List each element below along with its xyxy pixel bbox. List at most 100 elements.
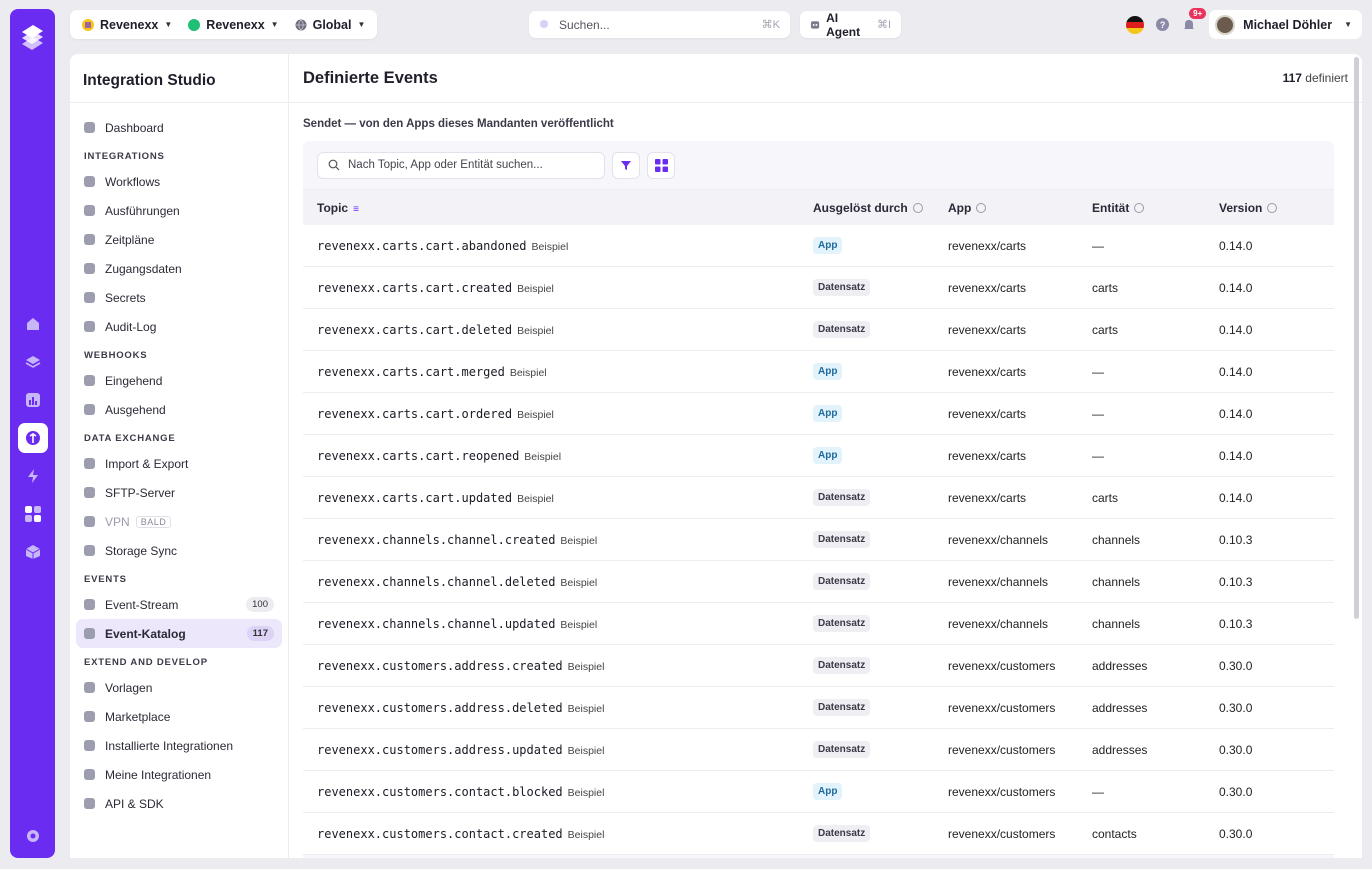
sidebar-item-import-export[interactable]: Import & Export (76, 449, 282, 478)
col-header-topic[interactable]: Topic ≡ (303, 201, 813, 215)
entity-cell: carts (1092, 322, 1119, 337)
sidebar-item-zugangsdaten[interactable]: Zugangsdaten (76, 254, 282, 283)
sidebar-item-vorlagen[interactable]: Vorlagen (76, 673, 282, 702)
version-cell: 0.30.0 (1219, 784, 1253, 799)
scrollbar[interactable] (1354, 57, 1359, 619)
app-cell: revenexx/carts (948, 448, 1027, 463)
ai-agent-shortcut: ⌘I (876, 19, 891, 31)
chevron-down-icon: ▼ (164, 20, 173, 29)
table-row[interactable]: revenexx.carts.cart.deleted Beispiel Daten… (303, 309, 1334, 351)
sidebar-item-sftp-server[interactable]: SFTP-Server (76, 478, 282, 507)
sidebar-item-secrets[interactable]: Secrets (76, 283, 282, 312)
sidebar-section-title: Webhooks (84, 350, 148, 361)
revenexx-logo-icon (82, 18, 94, 31)
topic-cell: revenexx.carts.cart.reopened Beispiel (303, 449, 813, 463)
table-row[interactable]: revenexx.carts.cart.abandoned Beispiel App… (303, 225, 1334, 267)
table-row[interactable]: revenexx.channels.channel.created Beispie… (303, 519, 1334, 561)
home-icon[interactable] (18, 309, 48, 339)
sidebar-item-event-katalog[interactable]: Event-Katalog 117 (76, 619, 282, 648)
version-cell: 0.14.0 (1219, 280, 1253, 295)
content-card: Integration Studio Dashboard Integration… (70, 54, 1362, 858)
trigger-cell: Datensatz (813, 741, 948, 758)
apps-icon[interactable] (18, 499, 48, 529)
table-row[interactable]: revenexx.customers.contact.created Beispi… (303, 813, 1334, 855)
table-row[interactable]: revenexx.customers.address.created Beispi… (303, 645, 1334, 687)
table-row[interactable]: revenexx.carts.cart.ordered Beispiel App re… (303, 393, 1334, 435)
logo-icon[interactable] (19, 23, 46, 50)
table-row[interactable]: revenexx.channels.channel.deleted Beispie… (303, 561, 1334, 603)
col-header-app[interactable]: App (948, 201, 1092, 215)
sidebar-item-meine-integrationen[interactable]: Meine Integrationen (76, 760, 282, 789)
app-cell: revenexx/channels (948, 532, 1049, 547)
cube-icon[interactable] (18, 537, 48, 567)
version-cell: 0.30.0 (1219, 742, 1253, 757)
sidebar-item-ausführungen[interactable]: Ausführungen (76, 196, 282, 225)
table-row[interactable]: revenexx.customers.address.updated Beispi… (303, 729, 1334, 771)
region-selector[interactable]: Global ▼ (289, 10, 372, 39)
view-toggle-button[interactable] (647, 151, 675, 179)
sidebar-item-zeitpläne[interactable]: Zeitpläne (76, 225, 282, 254)
sidebar-item-event-stream[interactable]: Event-Stream 100 (76, 590, 282, 619)
org-selector-1[interactable]: Revenexx ▼ (76, 10, 178, 39)
table-toolbar: Nach Topic, App oder Entität suchen... (303, 141, 1334, 189)
integration-icon[interactable] (18, 423, 48, 453)
layers-icon[interactable] (18, 347, 48, 377)
sidebar-item-dashboard[interactable]: Dashboard (76, 113, 282, 142)
search-icon (540, 19, 548, 28)
ai-agent-label: AI Agent (826, 10, 861, 39)
sidebar-item-label: Event-Stream (105, 597, 179, 612)
table-row[interactable]: revenexx.customers.address.deleted Beispi… (303, 687, 1334, 729)
sidebar-item-api-sdk[interactable]: API & SDK (76, 789, 282, 818)
org-selector-2[interactable]: Revenexx ▼ (182, 10, 284, 39)
topic-cell: revenexx.carts.cart.updated Beispiel (303, 491, 813, 505)
sidebar-item-label: Eingehend (105, 373, 163, 388)
sidebar-item-workflows[interactable]: Workflows (76, 167, 282, 196)
sidebar-item-eingehend[interactable]: Eingehend (76, 366, 282, 395)
sidebar-item-ausgehend[interactable]: Ausgehend (76, 395, 282, 424)
robot-icon (810, 21, 820, 29)
entity-cell: carts (1092, 280, 1119, 295)
table-row[interactable]: revenexx.carts.cart.created Beispiel Daten… (303, 267, 1334, 309)
sidebar-nav: Dashboard Integrations Workflows Ausführun… (70, 103, 288, 818)
app-cell: revenexx/customers (948, 742, 1056, 757)
flash-icon[interactable] (18, 461, 48, 491)
col-header-version[interactable]: Version (1219, 201, 1334, 215)
global-search-input[interactable]: Suchen... ⌘K (529, 11, 790, 38)
sidebar-item-marketplace[interactable]: Marketplace (76, 702, 282, 731)
key-icon (84, 292, 95, 303)
run-icon (84, 205, 95, 216)
filter-button[interactable] (612, 151, 640, 179)
table-row[interactable]: revenexx.carts.cart.updated Beispiel Daten… (303, 477, 1334, 519)
topic-cell: revenexx.channels.channel.updated Beispie… (303, 617, 813, 631)
table-row[interactable]: revenexx.carts.cart.merged Beispiel App rev… (303, 351, 1334, 393)
app-cell: revenexx/carts (948, 406, 1027, 421)
sidebar-item-storage-sync[interactable]: Storage Sync (76, 536, 282, 565)
ai-agent-button[interactable]: AI Agent ⌘I (800, 10, 901, 39)
entity-cell: contacts (1092, 826, 1137, 841)
chart-icon[interactable] (18, 385, 48, 415)
table-row[interactable]: revenexx.channels.channel.updated Beispie… (303, 603, 1334, 645)
help-icon[interactable]: ? (1156, 18, 1170, 31)
german-flag-icon[interactable] (1126, 15, 1145, 34)
topic-name: revenexx.carts.cart.abandoned (317, 238, 527, 253)
settings-icon[interactable] (18, 821, 48, 851)
col-header-entity[interactable]: Entität (1092, 201, 1219, 215)
sort-icon[interactable]: ≡ (353, 204, 359, 215)
table-row[interactable]: revenexx.carts.cart.reopened Beispiel App r… (303, 435, 1334, 477)
region-label: Global (312, 17, 352, 32)
trigger-cell: Datensatz (813, 699, 948, 716)
bell-icon[interactable]: 9+ (1181, 7, 1207, 33)
filter-icon (621, 161, 631, 170)
sidebar-item-vpn[interactable]: VPN BALD (76, 507, 282, 536)
col-header-trigger[interactable]: Ausgelöst durch (813, 201, 948, 215)
table-row[interactable]: revenexx.customers.contact.blocked Beispi… (303, 771, 1334, 813)
clock-icon (84, 234, 95, 245)
table-header: Topic ≡ Ausgelöst durch App Entität Versi… (303, 189, 1334, 225)
sidebar-item-audit-log[interactable]: Audit-Log (76, 312, 282, 341)
sidebar-item-installierte-integrationen[interactable]: Installierte Integrationen (76, 731, 282, 760)
sidebar-item-label: Zeitpläne (105, 232, 155, 247)
entity-cell: channels (1092, 616, 1141, 631)
topic-cell: revenexx.carts.cart.deleted Beispiel (303, 323, 813, 337)
table-search-input[interactable]: Nach Topic, App oder Entität suchen... (317, 151, 605, 179)
user-menu[interactable]: Michael Döhler ▼ (1209, 10, 1362, 39)
